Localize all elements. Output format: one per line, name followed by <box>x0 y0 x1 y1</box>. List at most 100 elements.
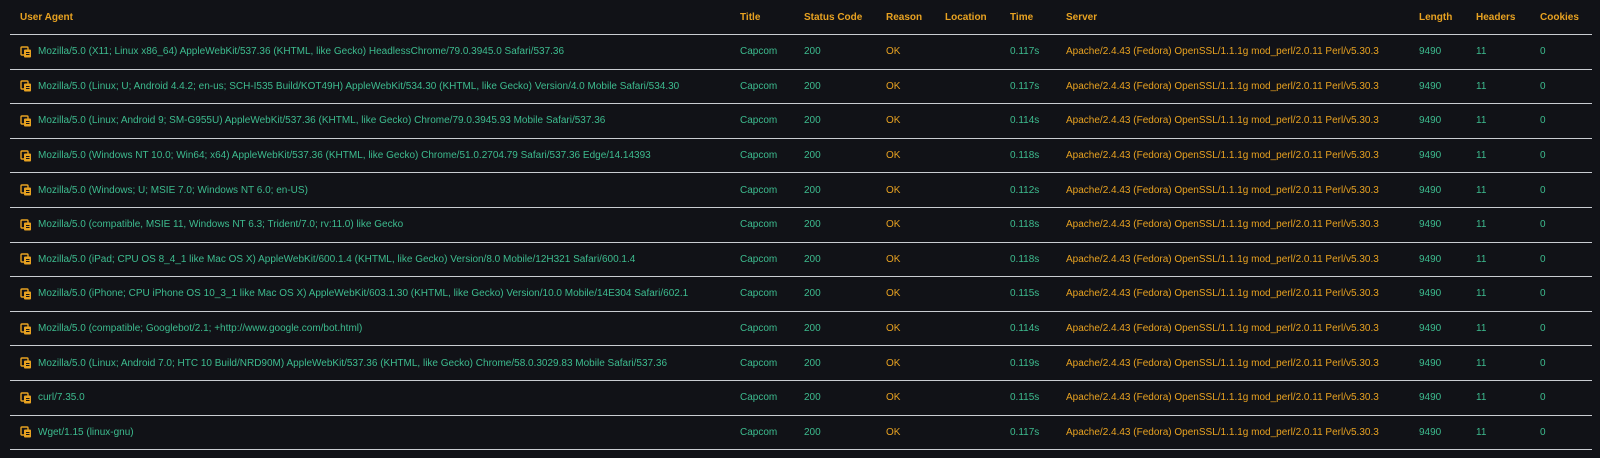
cell-user-agent: Mozilla/5.0 (Linux; Android 9; SM-G955U)… <box>10 103 730 139</box>
cell-server: Apache/2.4.43 (Fedora) OpenSSL/1.1.1g mo… <box>1056 311 1409 347</box>
cell-title: Capcom <box>730 69 794 105</box>
copy-icon[interactable] <box>20 426 32 438</box>
cell-length: 9490 <box>1409 242 1466 278</box>
cell-title: Capcom <box>730 103 794 139</box>
cell-time: 0.118s <box>1000 242 1056 278</box>
cell-time: 0.117s <box>1000 69 1056 105</box>
cell-server: Apache/2.4.43 (Fedora) OpenSSL/1.1.1g mo… <box>1056 138 1409 174</box>
table-body: Mozilla/5.0 (X11; Linux x86_64) AppleWeb… <box>10 34 1592 451</box>
cell-server: Apache/2.4.43 (Fedora) OpenSSL/1.1.1g mo… <box>1056 207 1409 243</box>
column-header-server[interactable]: Server <box>1056 0 1409 35</box>
column-header-headers[interactable]: Headers <box>1466 0 1530 35</box>
cell-length: 9490 <box>1409 207 1466 243</box>
cell-headers: 11 <box>1466 311 1530 347</box>
copy-icon[interactable] <box>20 288 32 300</box>
cell-time: 0.117s <box>1000 415 1056 451</box>
copy-icon[interactable] <box>20 322 32 335</box>
table-row: Mozilla/5.0 (iPad; CPU OS 8_4_1 like Mac… <box>10 242 1592 278</box>
cell-time: 0.114s <box>1000 103 1056 139</box>
column-header-location[interactable]: Location <box>935 0 1000 35</box>
cell-length: 9490 <box>1409 415 1466 451</box>
cell-location <box>935 380 1000 416</box>
cell-status-code: 200 <box>794 415 876 451</box>
cell-location <box>935 69 1000 105</box>
cell-cookies: 0 <box>1530 34 1592 70</box>
cell-time: 0.117s <box>1000 34 1056 70</box>
copy-icon[interactable] <box>20 184 32 196</box>
cell-location <box>935 34 1000 70</box>
user-agent-wrapper: curl/7.35.0 <box>20 392 730 404</box>
table-row: Mozilla/5.0 (X11; Linux x86_64) AppleWeb… <box>10 34 1592 70</box>
cell-server: Apache/2.4.43 (Fedora) OpenSSL/1.1.1g mo… <box>1056 34 1409 70</box>
cell-cookies: 0 <box>1530 242 1592 278</box>
copy-icon[interactable] <box>20 219 32 231</box>
cell-server: Apache/2.4.43 (Fedora) OpenSSL/1.1.1g mo… <box>1056 415 1409 451</box>
copy-icon[interactable] <box>20 80 32 92</box>
cell-cookies: 0 <box>1530 138 1592 174</box>
cell-time: 0.112s <box>1000 172 1056 208</box>
cell-time: 0.115s <box>1000 380 1056 416</box>
cell-server: Apache/2.4.43 (Fedora) OpenSSL/1.1.1g mo… <box>1056 276 1409 312</box>
copy-icon[interactable] <box>20 357 32 369</box>
table-row: Mozilla/5.0 (Linux; Android 7.0; HTC 10 … <box>10 345 1592 381</box>
user-agent-wrapper: Mozilla/5.0 (iPad; CPU OS 8_4_1 like Mac… <box>20 253 730 265</box>
user-agent-text: Wget/1.15 (linux-gnu) <box>38 426 134 438</box>
cell-user-agent: Mozilla/5.0 (iPad; CPU OS 8_4_1 like Mac… <box>10 242 730 278</box>
cell-cookies: 0 <box>1530 311 1592 347</box>
cell-reason: OK <box>876 415 935 451</box>
cell-length: 9490 <box>1409 103 1466 139</box>
user-agent-wrapper: Mozilla/5.0 (Linux; U; Android 4.4.2; en… <box>20 80 730 92</box>
cell-headers: 11 <box>1466 34 1530 70</box>
table-row: Mozilla/5.0 (Linux; U; Android 4.4.2; en… <box>10 69 1592 105</box>
results-table: User Agent Title Status Code Reason Loca… <box>10 0 1592 451</box>
cell-location <box>935 138 1000 174</box>
cell-time: 0.115s <box>1000 276 1056 312</box>
cell-user-agent: Mozilla/5.0 (Windows; U; MSIE 7.0; Windo… <box>10 172 730 208</box>
user-agent-wrapper: Mozilla/5.0 (Linux; Android 9; SM-G955U)… <box>20 115 730 127</box>
cell-title: Capcom <box>730 34 794 70</box>
user-agent-text: Mozilla/5.0 (Windows NT 10.0; Win64; x64… <box>38 150 651 162</box>
cell-headers: 11 <box>1466 242 1530 278</box>
cell-length: 9490 <box>1409 138 1466 174</box>
user-agent-wrapper: Mozilla/5.0 (Windows NT 10.0; Win64; x64… <box>20 149 730 162</box>
copy-icon[interactable] <box>20 149 32 162</box>
cell-server: Apache/2.4.43 (Fedora) OpenSSL/1.1.1g mo… <box>1056 69 1409 105</box>
cell-location <box>935 345 1000 381</box>
cell-cookies: 0 <box>1530 207 1592 243</box>
column-header-title[interactable]: Title <box>730 0 794 35</box>
cell-reason: OK <box>876 311 935 347</box>
column-header-status-code[interactable]: Status Code <box>794 0 876 35</box>
column-header-time[interactable]: Time <box>1000 0 1056 35</box>
cell-user-agent: Mozilla/5.0 (X11; Linux x86_64) AppleWeb… <box>10 34 730 70</box>
user-agent-wrapper: Mozilla/5.0 (Linux; Android 7.0; HTC 10 … <box>20 357 730 369</box>
copy-icon[interactable] <box>20 253 32 265</box>
cell-headers: 11 <box>1466 415 1530 451</box>
column-header-length[interactable]: Length <box>1409 0 1466 35</box>
copy-icon[interactable] <box>20 115 32 127</box>
column-header-user-agent[interactable]: User Agent <box>10 0 730 35</box>
cell-reason: OK <box>876 138 935 174</box>
cell-user-agent: curl/7.35.0 <box>10 380 730 416</box>
column-header-reason[interactable]: Reason <box>876 0 935 35</box>
cell-cookies: 0 <box>1530 276 1592 312</box>
cell-cookies: 0 <box>1530 380 1592 416</box>
cell-title: Capcom <box>730 345 794 381</box>
column-header-cookies[interactable]: Cookies <box>1530 0 1592 35</box>
cell-reason: OK <box>876 34 935 70</box>
cell-user-agent: Mozilla/5.0 (Linux; U; Android 4.4.2; en… <box>10 69 730 105</box>
cell-headers: 11 <box>1466 138 1530 174</box>
copy-icon[interactable] <box>20 46 32 58</box>
cell-status-code: 200 <box>794 311 876 347</box>
cell-server: Apache/2.4.43 (Fedora) OpenSSL/1.1.1g mo… <box>1056 242 1409 278</box>
user-agent-text: Mozilla/5.0 (Linux; Android 9; SM-G955U)… <box>38 115 606 127</box>
cell-length: 9490 <box>1409 34 1466 70</box>
cell-status-code: 200 <box>794 207 876 243</box>
cell-user-agent: Wget/1.15 (linux-gnu) <box>10 415 730 451</box>
cell-location <box>935 415 1000 451</box>
user-agent-wrapper: Mozilla/5.0 (compatible, MSIE 11, Window… <box>20 219 730 231</box>
cell-title: Capcom <box>730 207 794 243</box>
table-header-row: User Agent Title Status Code Reason Loca… <box>10 0 1592 35</box>
cell-length: 9490 <box>1409 69 1466 105</box>
user-agent-text: Mozilla/5.0 (Linux; U; Android 4.4.2; en… <box>38 80 680 92</box>
copy-icon[interactable] <box>20 392 32 404</box>
